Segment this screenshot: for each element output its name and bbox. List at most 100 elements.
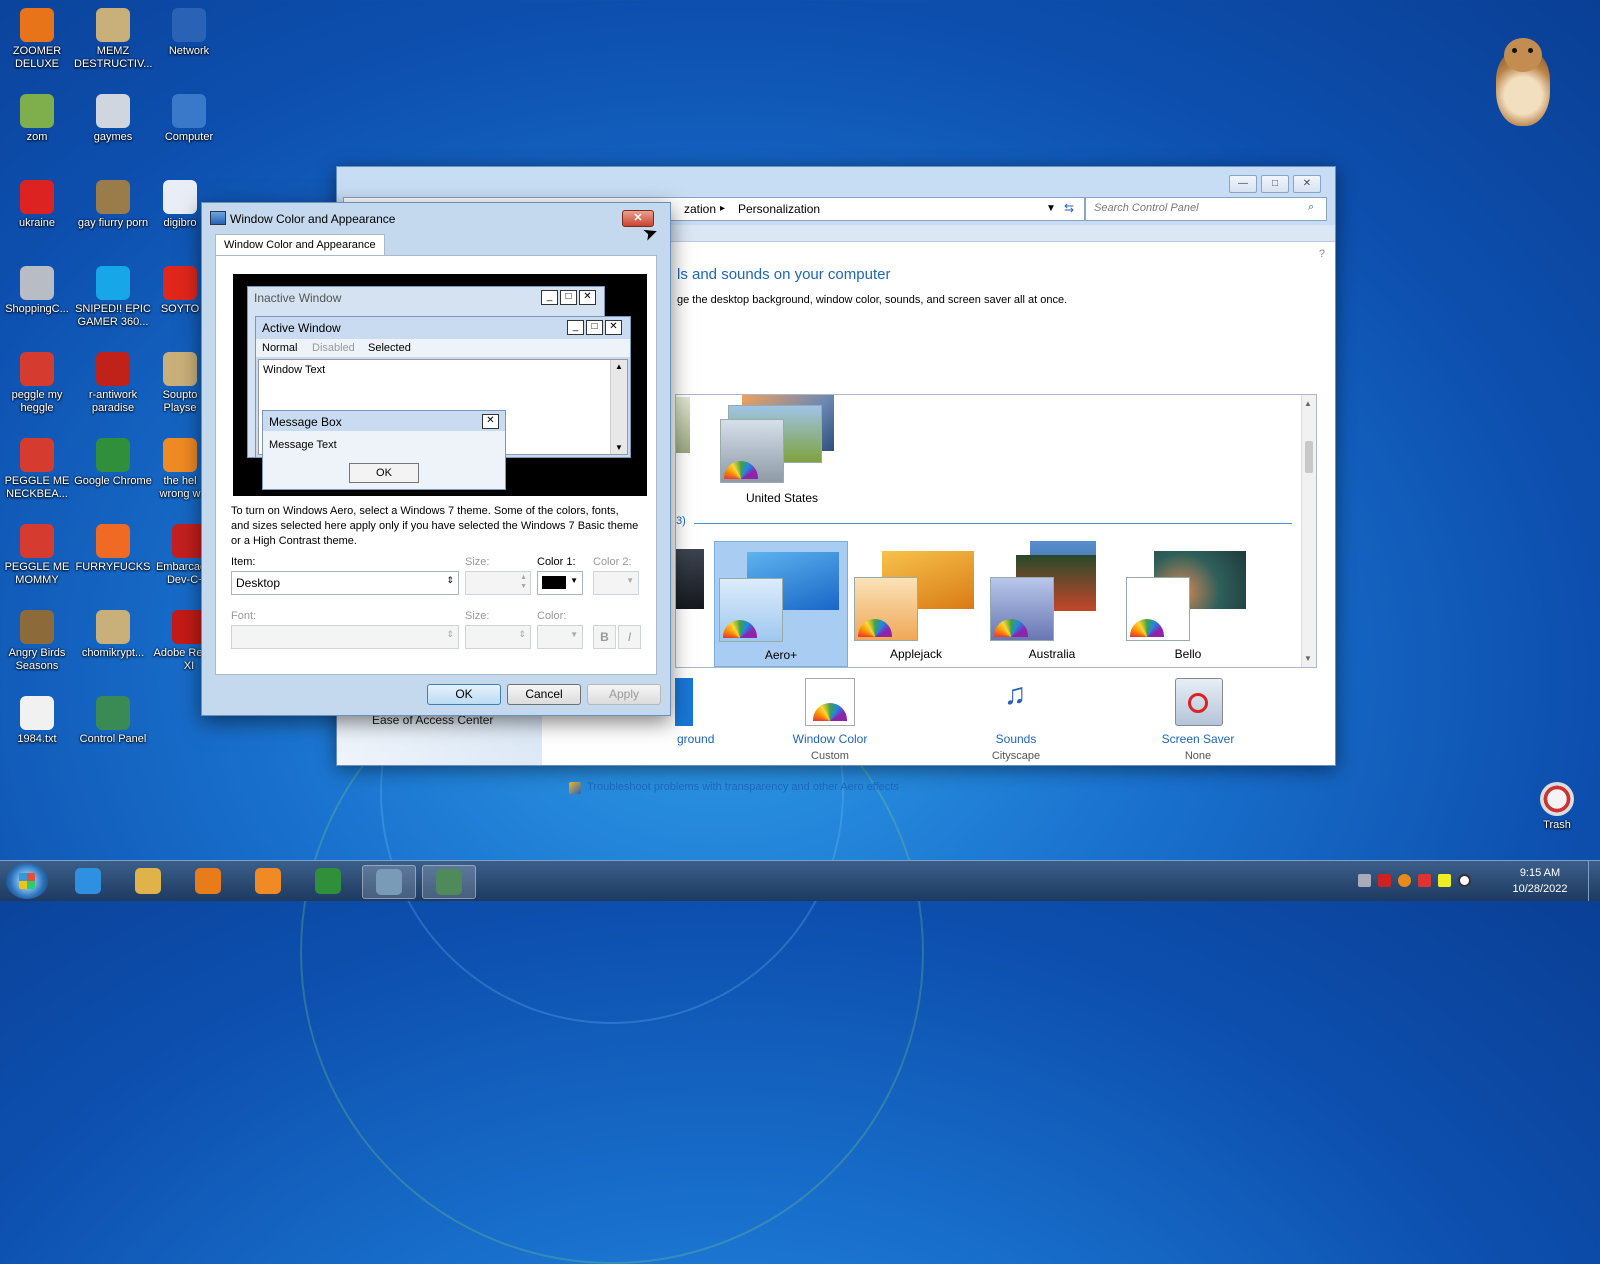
search-input[interactable]: Search Control Panel ⌕ <box>1085 197 1327 221</box>
desktop-icon[interactable]: Angry Birds Seasons <box>0 610 76 673</box>
theme-applejack[interactable]: Applejack <box>850 541 982 665</box>
item-label: Item: <box>231 556 256 568</box>
desktop-icon[interactable]: zom <box>0 94 76 144</box>
tray-app-icon[interactable] <box>1358 874 1371 887</box>
desktop-icon[interactable]: Google Chrome <box>74 438 152 488</box>
ie-icon[interactable] <box>62 865 114 897</box>
desktop-icon-label: Control Panel <box>79 733 147 745</box>
theme-bello[interactable]: Bello <box>1122 541 1254 665</box>
tray-volume-icon[interactable] <box>1458 874 1471 887</box>
desktop-icon[interactable]: r-antiwork paradise <box>74 352 152 415</box>
apply-button[interactable]: Apply <box>587 684 661 705</box>
screen-saver-value: None <box>1184 750 1212 762</box>
show-desktop-button[interactable] <box>1588 861 1600 901</box>
tray-search-icon[interactable] <box>1398 874 1411 887</box>
desktop-icon[interactable]: ukraine <box>0 180 76 230</box>
start-button[interactable] <box>6 863 48 899</box>
scroll-down-icon[interactable]: ▼ <box>1304 654 1312 663</box>
desktop-icon[interactable]: FURRYFUCKS <box>74 524 152 574</box>
desktop-background-icon[interactable] <box>675 678 693 726</box>
window-color-link[interactable]: Window Color <box>785 732 875 746</box>
font-select[interactable]: ⇕ <box>231 625 459 649</box>
breadcrumb-partial[interactable]: zation <box>684 202 716 216</box>
desktop-icon[interactable]: MEMZ DESTRUCTIV... <box>74 8 152 71</box>
peggle-icon <box>20 438 54 472</box>
media-player-icon[interactable] <box>182 865 234 897</box>
control-panel-taskbar-icon[interactable] <box>362 865 416 899</box>
desktop-icon[interactable]: Control Panel <box>74 696 152 746</box>
chrome-icon <box>96 438 130 472</box>
font-color-picker[interactable]: ▼ <box>537 625 583 649</box>
desktop-icon-label: chomikrypt... <box>81 647 145 659</box>
desktop-background-link[interactable]: ground <box>677 732 714 746</box>
help-icon[interactable]: ? <box>1319 248 1325 260</box>
control-panel-icon <box>96 696 130 730</box>
search-placeholder: Search Control Panel <box>1094 202 1199 214</box>
item-select[interactable]: Desktop ⇕ <box>231 571 459 595</box>
chrome-taskbar-icon[interactable] <box>302 865 354 897</box>
theme-scrollbar[interactable]: ▲ ▼ <box>1301 395 1316 667</box>
minimize-button[interactable]: — <box>1229 175 1257 193</box>
trash-icon-item[interactable]: Trash <box>1518 782 1596 832</box>
desktop-icon[interactable]: Computer <box>150 94 228 144</box>
desktop-icon[interactable]: ShoppingC... <box>0 266 76 316</box>
desktop-icon[interactable]: 1984.txt <box>0 696 76 746</box>
firefox-taskbar-icon[interactable] <box>242 865 294 897</box>
theme-gallery[interactable]: ▲ ▼ United States 3) Aero+ Applejack Aus… <box>675 394 1317 668</box>
screen-saver-icon[interactable] <box>1175 678 1223 726</box>
tray-antivirus-icon[interactable] <box>1378 874 1391 887</box>
scroll-up-icon[interactable]: ▲ <box>1304 399 1312 408</box>
select-arrows-icon: ⇕ <box>446 629 454 639</box>
sounds-icon[interactable]: ♫ <box>991 678 1039 724</box>
bold-toggle[interactable]: B <box>593 625 616 649</box>
font-size-select[interactable]: ⇕ <box>465 625 531 649</box>
size-stepper[interactable]: ▲ ▼ <box>465 571 531 595</box>
soupto-icon <box>163 352 197 386</box>
hamster-pet[interactable] <box>1488 30 1558 130</box>
color2-picker[interactable]: ▼ <box>593 571 639 595</box>
cancel-button[interactable]: Cancel <box>507 684 581 705</box>
ok-button[interactable]: OK <box>427 684 501 705</box>
taskbar: 9:15 AM 10/28/2022 <box>0 860 1600 901</box>
theme-aero-plus[interactable]: Aero+ <box>714 541 848 667</box>
desktop-icon[interactable]: SNIPED!! EPIC GAMER 360... <box>74 266 152 329</box>
maximize-button[interactable]: □ <box>1261 175 1289 193</box>
gaymes-icon <box>96 94 130 128</box>
clock-date[interactable]: 10/28/2022 <box>1500 883 1580 895</box>
explorer-icon[interactable] <box>122 865 174 897</box>
screen-saver-link[interactable]: Screen Saver <box>1153 732 1243 746</box>
desktop-icon[interactable]: gaymes <box>74 94 152 144</box>
breadcrumb-separator: ▸ <box>720 203 726 214</box>
tray-flag-icon[interactable] <box>1418 874 1431 887</box>
appearance-preview[interactable]: Inactive Window _ □ ✕ Active Window _ □ … <box>233 274 647 496</box>
sounds-link[interactable]: Sounds <box>971 732 1061 746</box>
theme-united-states[interactable]: United States <box>716 395 848 505</box>
desktop-icon[interactable]: gay fiurry porn <box>74 180 152 230</box>
theme-australia[interactable]: Australia <box>986 541 1118 665</box>
close-button[interactable]: ✕ <box>1293 175 1321 193</box>
refresh-icon[interactable]: ⇆ <box>1064 201 1074 215</box>
window-color-icon[interactable] <box>805 678 855 726</box>
window-color-dialog[interactable]: Window Color and Appearance ✕ ➤ Window C… <box>201 202 671 716</box>
color1-picker[interactable]: ▼ <box>537 571 583 595</box>
desktop-icon[interactable]: Network <box>150 8 228 58</box>
flash-icon <box>20 266 54 300</box>
windows-logo-icon <box>19 873 35 889</box>
desktop-icon[interactable]: PEGGLE ME NECKBEA... <box>0 438 76 501</box>
search-icon[interactable]: ⌕ <box>1308 201 1314 214</box>
breadcrumb-current[interactable]: Personalization <box>738 202 820 216</box>
desktop-icon[interactable]: ZOOMER DELUXE <box>0 8 76 71</box>
scroll-thumb[interactable] <box>1305 441 1313 473</box>
italic-toggle[interactable]: I <box>618 625 641 649</box>
desktop-icon[interactable]: peggle my heggle <box>0 352 76 415</box>
desktop-icon[interactable]: chomikrypt... <box>74 610 152 660</box>
tray-network-icon[interactable] <box>1438 874 1451 887</box>
tab-window-color[interactable]: Window Color and Appearance <box>215 234 385 256</box>
chevron-down-icon[interactable]: ▼ <box>1046 203 1056 214</box>
desktop-icon[interactable]: PEGGLE ME MOMMY <box>0 524 76 587</box>
clock-time[interactable]: 9:15 AM <box>1500 867 1580 879</box>
radiation-icon <box>20 180 54 214</box>
media-player-glyph <box>195 868 221 894</box>
personalization-taskbar-icon[interactable] <box>422 865 476 899</box>
troubleshoot-link[interactable]: Troubleshoot problems with transparency … <box>587 781 899 793</box>
